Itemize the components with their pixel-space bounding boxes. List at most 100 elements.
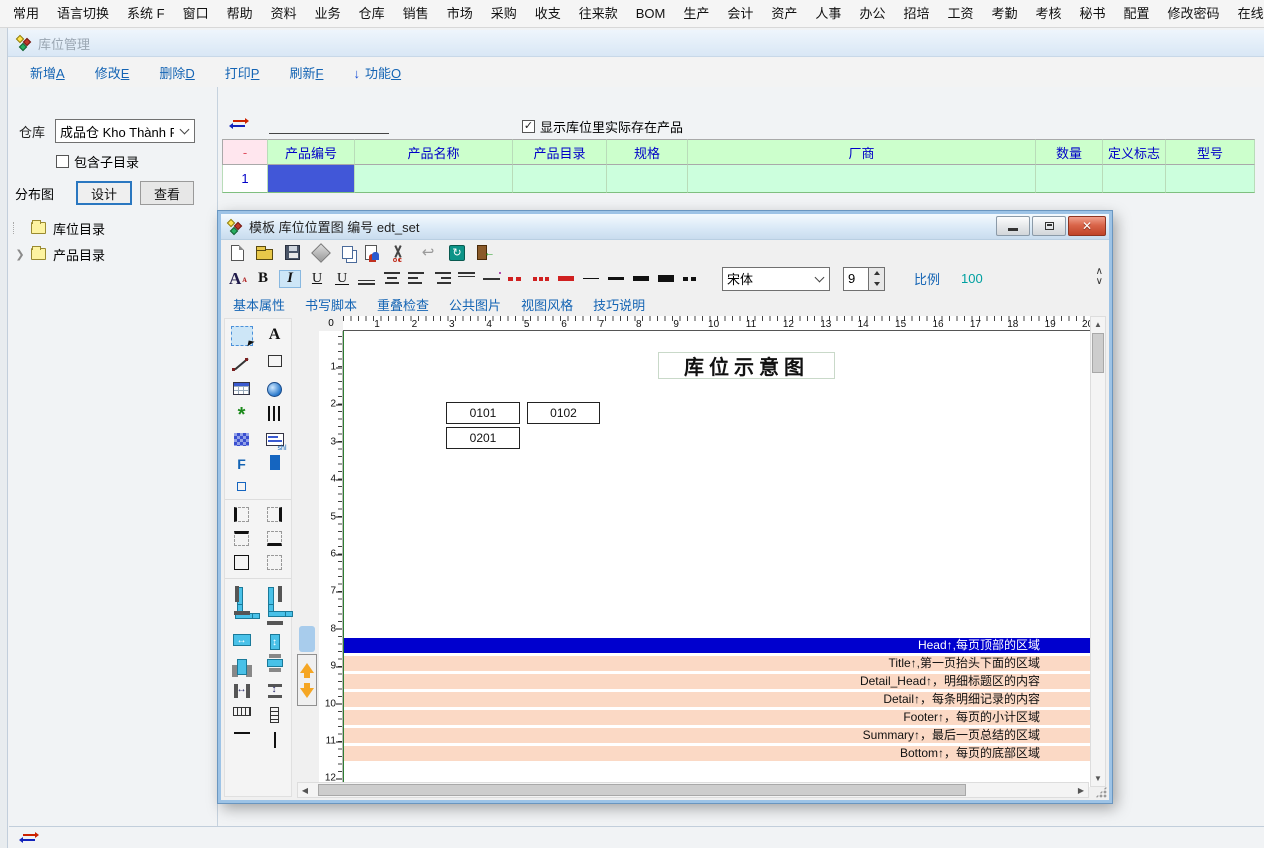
grid-tool-icon[interactable] [233, 382, 250, 395]
location-cell-0101[interactable]: 0101 [446, 402, 520, 424]
gutter-scroll-thumb[interactable] [299, 626, 315, 652]
column-header-7[interactable]: 数量 [1036, 139, 1103, 165]
close-button[interactable]: ✕ [1068, 216, 1106, 236]
line4-icon[interactable] [658, 270, 676, 288]
halign-center-icon[interactable] [383, 272, 401, 285]
menu-item-2[interactable]: 语言切换 [48, 0, 118, 27]
vline-icon[interactable] [274, 732, 276, 748]
font-size-icon[interactable]: A [229, 270, 247, 288]
bug-tool-icon[interactable]: * [232, 406, 252, 424]
line-tool-icon[interactable] [232, 355, 252, 373]
copy-icon[interactable] [342, 246, 353, 259]
select-tool-icon[interactable] [231, 326, 253, 346]
same-w-icon[interactable] [233, 707, 251, 716]
column-header-1[interactable]: - [222, 139, 268, 165]
chevron-down-icon[interactable] [174, 120, 194, 142]
valign-top-icon[interactable] [458, 272, 476, 285]
menu-item-5[interactable]: 帮助 [218, 0, 262, 27]
smallsq-tool-icon[interactable] [237, 482, 246, 491]
restore-button[interactable] [1032, 216, 1066, 236]
table-cell-5[interactable] [607, 165, 688, 193]
a-right-icon[interactable] [278, 586, 282, 602]
menu-item-17[interactable]: 资产 [762, 0, 806, 27]
hline-icon[interactable] [234, 732, 250, 734]
tab-5[interactable]: 视图风格 [521, 295, 573, 314]
same-h-icon[interactable] [270, 707, 279, 723]
text-tool-icon[interactable]: A [265, 326, 285, 344]
view-button[interactable]: 查看 [140, 181, 194, 205]
menu-item-19[interactable]: 办公 [850, 0, 894, 27]
table-cell-6[interactable] [688, 165, 1036, 193]
sidebar-tree-item-2[interactable]: ❯产品目录 [9, 241, 217, 267]
toolbar-f-button[interactable]: 刷新F [289, 63, 323, 82]
exit-icon[interactable] [477, 245, 487, 260]
tab-1[interactable]: 基本属性 [233, 295, 285, 314]
bluebar-tool-icon[interactable] [270, 455, 280, 470]
c-vert-icon[interactable] [267, 659, 283, 667]
s-height-icon[interactable]: ↕ [270, 634, 280, 650]
column-header-9[interactable]: 型号 [1166, 139, 1255, 165]
line2-icon[interactable] [608, 270, 626, 288]
horizontal-scroll-thumb[interactable] [318, 784, 966, 796]
menu-item-3[interactable]: 系统 F [118, 0, 174, 27]
chevron-down-icon[interactable] [809, 268, 829, 290]
band-detail[interactable]: Detail↑，每条明细记录的内容 [344, 692, 1093, 707]
font-family-combobox[interactable]: 宋体 [722, 267, 830, 291]
menu-item-12[interactable]: 收支 [526, 0, 570, 27]
valign-middle-icon[interactable] [483, 272, 501, 285]
tab-4[interactable]: 公共图片 [449, 295, 501, 314]
menu-item-10[interactable]: 市场 [438, 0, 482, 27]
menu-item-23[interactable]: 考核 [1027, 0, 1071, 27]
menu-item-6[interactable]: 资料 [262, 0, 306, 27]
font-size-spinner[interactable]: 9 [843, 267, 885, 291]
a-left-icon[interactable] [235, 586, 239, 602]
canvas-title-element[interactable]: 库位示意图 [658, 352, 835, 379]
image-tool-icon[interactable] [267, 382, 282, 397]
table-cell-1[interactable]: 1 [222, 165, 268, 193]
show-products-checkbox[interactable]: 显示库位里实际存在产品 [522, 117, 683, 136]
c-horz-icon[interactable] [237, 659, 247, 675]
halign-right-icon[interactable] [433, 272, 451, 285]
design-canvas[interactable]: 库位示意图 010101020201 Head↑,每页顶部的区域Title↑,第… [343, 331, 1093, 787]
swap-arrows-icon[interactable] [21, 831, 39, 845]
bold-icon[interactable]: B [254, 270, 272, 288]
new-icon[interactable] [231, 245, 244, 261]
scroll-right-icon[interactable]: ▶ [1074, 783, 1088, 798]
toolbar-e-button[interactable]: 修改E [95, 63, 130, 82]
s-width-icon[interactable]: ↔ [233, 634, 251, 646]
include-sub-checkbox[interactable]: 包含子目录 [56, 152, 139, 171]
menu-item-27[interactable]: 在线信息 [1229, 0, 1264, 27]
sp-v-icon[interactable] [268, 684, 282, 687]
menu-item-7[interactable]: 业务 [306, 0, 350, 27]
undo-icon[interactable]: ↩ [419, 244, 437, 262]
table-cell-4[interactable] [513, 165, 607, 193]
swap-arrows-icon[interactable] [231, 117, 249, 131]
refresh-icon[interactable]: ↻ [449, 245, 465, 261]
band-detail_head[interactable]: Detail_Head↑，明细标题区的内容 [344, 674, 1093, 689]
line1-icon[interactable] [583, 270, 601, 288]
table-cell-7[interactable] [1036, 165, 1103, 193]
fieldlist-tool-icon[interactable] [266, 433, 284, 446]
italic-icon[interactable]: I [279, 270, 301, 288]
spinner-down-icon[interactable] [869, 279, 884, 290]
toolbar-o-button[interactable]: ↓功能O [353, 63, 401, 82]
menu-item-1[interactable]: 常用 [4, 0, 48, 27]
b-top-icon[interactable] [234, 531, 249, 546]
menu-item-26[interactable]: 修改密码 [1159, 0, 1229, 27]
table-cell-3[interactable] [355, 165, 513, 193]
toolbar-overflow-icon[interactable]: ∧∨ [1096, 267, 1103, 287]
checkbox-icon[interactable] [56, 155, 69, 168]
a-bottom-icon[interactable] [267, 621, 283, 625]
redbar-icon[interactable] [558, 270, 576, 288]
dash-icon[interactable] [683, 270, 701, 288]
resize-grip[interactable] [1095, 786, 1107, 798]
vertical-scroll-thumb[interactable] [1092, 333, 1104, 373]
table-cell-9[interactable] [1166, 165, 1255, 193]
location-cell-0102[interactable]: 0102 [527, 402, 600, 424]
move-down-icon[interactable] [300, 688, 314, 698]
menu-item-24[interactable]: 秘书 [1071, 0, 1115, 27]
tree-expand-icon[interactable]: ❯ [13, 248, 27, 261]
toolbar-a-button[interactable]: 新增A [30, 63, 65, 82]
checkbox-checked-icon[interactable] [522, 120, 535, 133]
vertical-scrollbar[interactable]: ▲ ▼ [1090, 316, 1106, 787]
